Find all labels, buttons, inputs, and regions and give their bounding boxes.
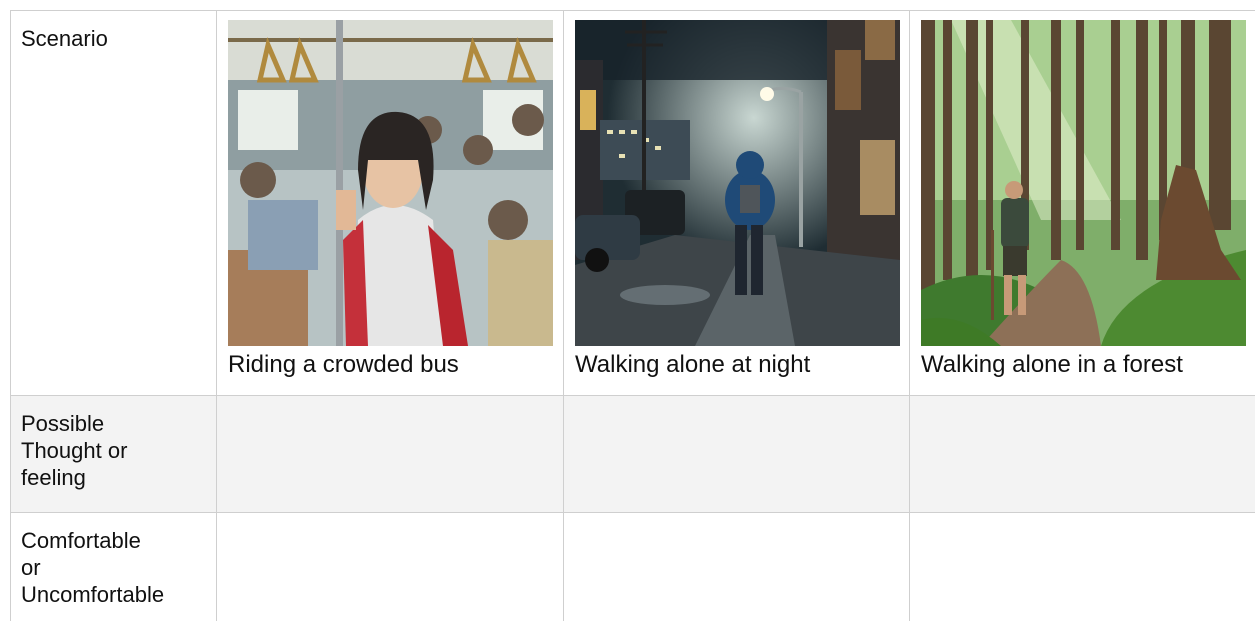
scenario-cell-forest: Walking alone in a forest [909,10,1255,395]
row-label-line: feeling [21,465,86,490]
row-label-line: Thought or [21,438,128,463]
row-label-text: Scenario [21,26,108,51]
row-label-scenario: Scenario [10,10,216,395]
thought-cell-bus[interactable] [216,395,563,512]
row-label-line: Uncomfortable [21,582,165,607]
scenario-table: Scenario Riding a crowded bus Walking al… [10,10,1255,621]
row-label-line: or [21,555,41,580]
scenario-caption: Walking alone at night [575,351,811,378]
scenario-cell-night: Walking alone at night [563,10,909,395]
row-label-thought: Possible Thought or feeling [10,395,216,512]
forest-path-image [921,20,1246,346]
comfort-cell-forest[interactable] [909,512,1255,621]
row-label-line: Comfortable [21,528,141,553]
thought-cell-forest[interactable] [909,395,1255,512]
comfort-cell-night[interactable] [563,512,909,621]
scenario-cell-bus: Riding a crowded bus [216,10,563,395]
crowded-bus-image [228,20,553,346]
scenario-caption: Walking alone in a forest [921,351,1183,378]
comfort-cell-bus[interactable] [216,512,563,621]
thought-cell-night[interactable] [563,395,909,512]
night-street-image [575,20,900,346]
row-label-line: Possible [21,411,105,436]
row-label-comfort: Comfortable or Uncomfortable [10,512,216,621]
scenario-caption: Riding a crowded bus [228,351,459,378]
